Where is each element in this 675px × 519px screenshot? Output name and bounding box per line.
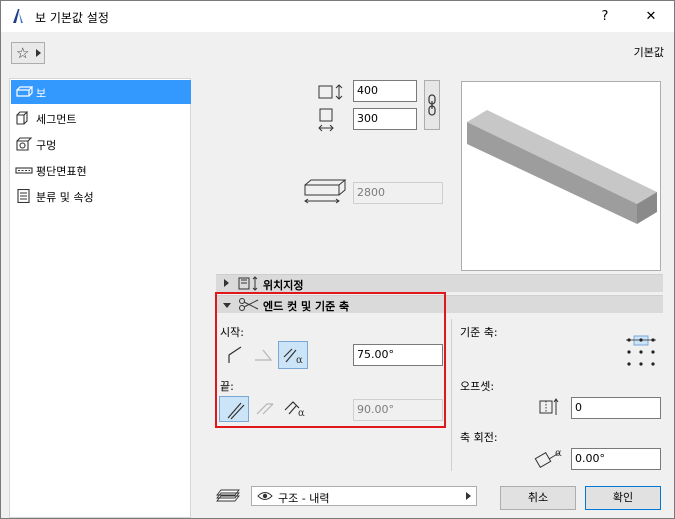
- close-button[interactable]: ✕: [628, 1, 674, 32]
- sidebar-item-label: 세그먼트: [36, 113, 77, 126]
- highlight-frame: [215, 292, 446, 428]
- sidebar-item-label: 평단면표현: [36, 165, 87, 178]
- beam-preview: [461, 81, 661, 271]
- chain-link-icon: [427, 93, 437, 120]
- sidebar-item-label: 분류 및 속성: [36, 191, 94, 204]
- axis-rotation-label: 축 회전:: [460, 431, 498, 444]
- favorites-button[interactable]: ☆: [11, 42, 45, 64]
- sidebar-item-segment[interactable]: 세그먼트: [11, 106, 191, 130]
- classification-icon: [15, 188, 33, 204]
- triangle-right-icon: [36, 49, 41, 57]
- window-title: 보 기본값 설정: [35, 11, 109, 25]
- reference-axis-grid[interactable]: [625, 334, 657, 368]
- svg-text:α: α: [555, 448, 562, 459]
- sidebar-item-hole[interactable]: 구멍: [11, 132, 191, 156]
- floor-plan-icon: [15, 163, 33, 177]
- length-input[interactable]: 2800: [353, 182, 443, 204]
- dialog-window: 보 기본값 설정 ? ✕ ☆ 기본값 보 세그먼트 구멍 평단면표현 분류 및 …: [0, 0, 675, 519]
- positioning-label: 위치지정: [263, 279, 304, 292]
- length-icon: [303, 177, 349, 205]
- width-icon: [317, 83, 347, 101]
- height-input[interactable]: 300: [353, 108, 417, 130]
- star-icon: ☆: [16, 44, 30, 62]
- sidebar-item-floor-plan[interactable]: 평단면표현: [11, 158, 191, 182]
- app-logo-icon: [10, 8, 26, 24]
- title-bar: 보 기본값 설정 ? ✕: [1, 1, 674, 32]
- sidebar: 보 세그먼트 구멍 평단면표현 분류 및 속성: [9, 78, 191, 518]
- offset-input[interactable]: 0: [571, 397, 661, 419]
- offset-icon: [538, 397, 562, 420]
- offset-label: 오프셋:: [460, 380, 495, 393]
- height-icon: [317, 107, 339, 133]
- layer-icon: [215, 488, 241, 507]
- help-button[interactable]: ?: [582, 1, 628, 32]
- defaults-label: 기본값: [633, 46, 664, 59]
- reference-axis-label: 기준 축:: [460, 326, 498, 339]
- layer-select[interactable]: 구조 - 내력: [251, 486, 477, 506]
- expand-arrow-icon: [224, 279, 229, 287]
- sidebar-item-beam[interactable]: 보: [11, 80, 191, 104]
- sidebar-item-label: 보: [36, 87, 47, 100]
- divider: [451, 319, 452, 471]
- sidebar-item-label: 구멍: [36, 139, 57, 152]
- ok-button[interactable]: 확인: [585, 486, 661, 510]
- positioning-section-header[interactable]: 위치지정: [216, 274, 663, 292]
- beam-icon: [15, 85, 34, 99]
- cancel-button[interactable]: 취소: [500, 486, 576, 510]
- sidebar-item-classification[interactable]: 분류 및 속성: [11, 184, 191, 208]
- layer-value: 구조 - 내력: [278, 492, 330, 505]
- eye-icon: [257, 490, 273, 505]
- width-input[interactable]: 400: [353, 80, 417, 102]
- hole-icon: [15, 137, 33, 151]
- segment-icon: [15, 111, 33, 125]
- axis-rotation-icon: α: [533, 445, 567, 472]
- axis-rotation-input[interactable]: 0.00°: [571, 448, 661, 470]
- triangle-right-icon: [466, 492, 471, 500]
- link-dimensions-button[interactable]: [424, 80, 440, 130]
